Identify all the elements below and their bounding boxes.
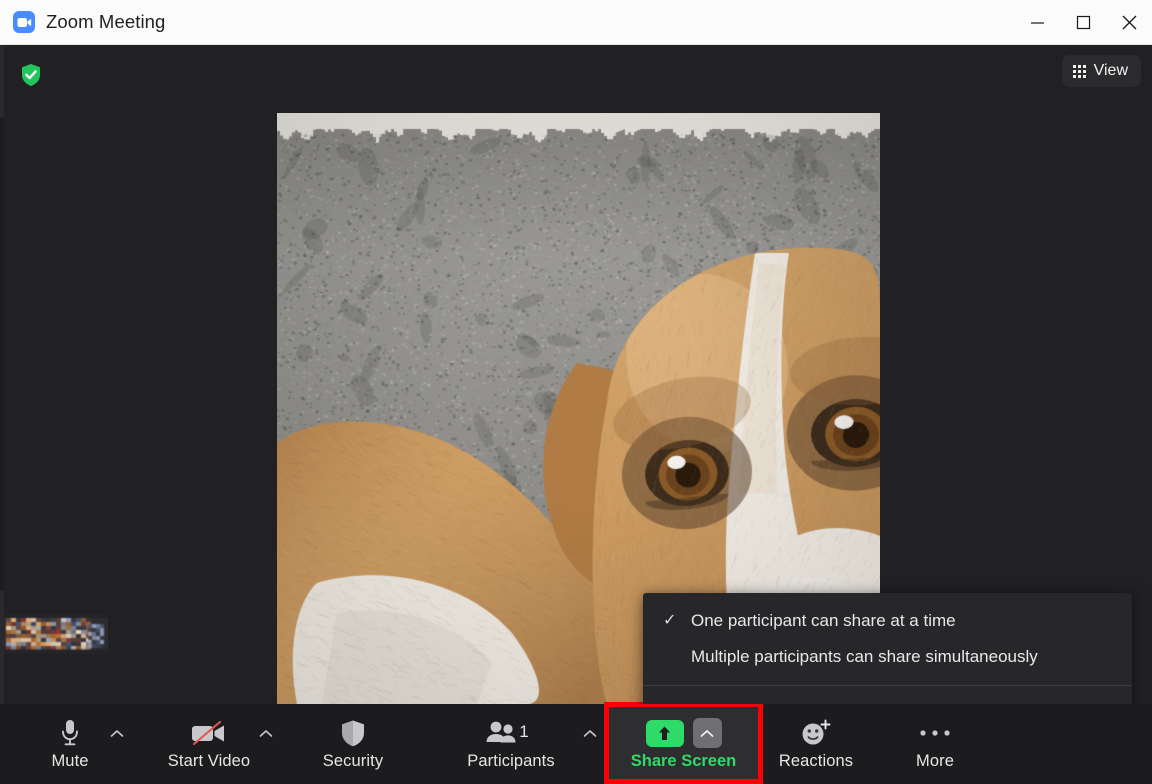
video-options-chevron-up-icon[interactable]	[257, 724, 275, 742]
start-video-button[interactable]: Start Video	[158, 704, 260, 784]
start-video-button-label: Start Video	[168, 752, 250, 771]
share-screen-button-label: Share Screen	[631, 752, 736, 771]
menu-divider	[643, 685, 1132, 686]
stage-left-edge	[0, 45, 4, 704]
menu-item-label: One participant can share at a time	[691, 611, 956, 631]
reactions-button[interactable]: Reactions	[768, 704, 864, 784]
ellipsis-icon	[918, 716, 952, 750]
checkmark-icon: ✓	[663, 613, 691, 629]
green-shield-check-icon[interactable]	[20, 63, 42, 87]
participants-options-chevron-up-icon[interactable]	[581, 724, 599, 742]
svg-text:1: 1	[519, 722, 528, 741]
participants-button[interactable]: 1 Participants	[452, 704, 570, 784]
view-button-label: View	[1094, 62, 1128, 80]
meeting-stage: View ✓ One participant can share at a ti…	[0, 45, 1152, 704]
security-button[interactable]: Security	[308, 704, 398, 784]
mute-options-chevron-up-icon[interactable]	[108, 724, 126, 742]
share-screen-icon-row	[646, 716, 722, 750]
camera-off-icon	[190, 716, 228, 750]
microphone-icon	[59, 716, 81, 750]
window-controls	[1014, 0, 1152, 45]
mute-button-label: Mute	[51, 752, 88, 771]
mute-button[interactable]: Mute	[36, 704, 104, 784]
shield-icon	[340, 716, 366, 750]
window-title: Zoom Meeting	[46, 11, 165, 33]
people-icon: 1	[482, 716, 540, 750]
menu-item-multiple-participants[interactable]: Multiple participants can share simultan…	[643, 639, 1132, 675]
maximize-icon[interactable]	[1060, 0, 1106, 45]
title-bar: Zoom Meeting	[0, 0, 1152, 45]
participants-button-label: Participants	[467, 752, 554, 771]
more-button[interactable]: More	[896, 704, 974, 784]
self-view-thumbnail[interactable]	[4, 614, 108, 654]
zoom-meeting-window: Zoom Meeting View ✓ One participant can …	[0, 0, 1152, 784]
menu-item-one-participant[interactable]: ✓ One participant can share at a time	[643, 603, 1132, 639]
share-up-arrow-icon	[646, 720, 684, 747]
blurred-thumbnail-image	[4, 614, 108, 654]
menu-item-advanced-sharing-options[interactable]: Advanced Sharing Options...	[643, 692, 1132, 704]
reactions-button-label: Reactions	[779, 752, 853, 771]
view-button[interactable]: View	[1062, 55, 1141, 87]
minimize-icon[interactable]	[1014, 0, 1060, 45]
share-screen-dropdown-menu: ✓ One participant can share at a time Mu…	[643, 593, 1132, 704]
share-screen-button[interactable]: Share Screen	[609, 704, 758, 784]
more-button-label: More	[916, 752, 954, 771]
security-button-label: Security	[323, 752, 383, 771]
menu-item-label: Multiple participants can share simultan…	[691, 647, 1038, 667]
menu-item-label: Advanced Sharing Options...	[691, 702, 907, 704]
grid-view-icon	[1073, 65, 1086, 78]
close-icon[interactable]	[1106, 0, 1152, 45]
share-screen-options-chevron-up-icon[interactable]	[693, 718, 722, 748]
zoom-video-logo-icon	[13, 11, 35, 33]
smiley-plus-icon	[799, 716, 833, 750]
meeting-toolbar: Mute Start Video Security 1 Participants…	[0, 704, 1152, 784]
